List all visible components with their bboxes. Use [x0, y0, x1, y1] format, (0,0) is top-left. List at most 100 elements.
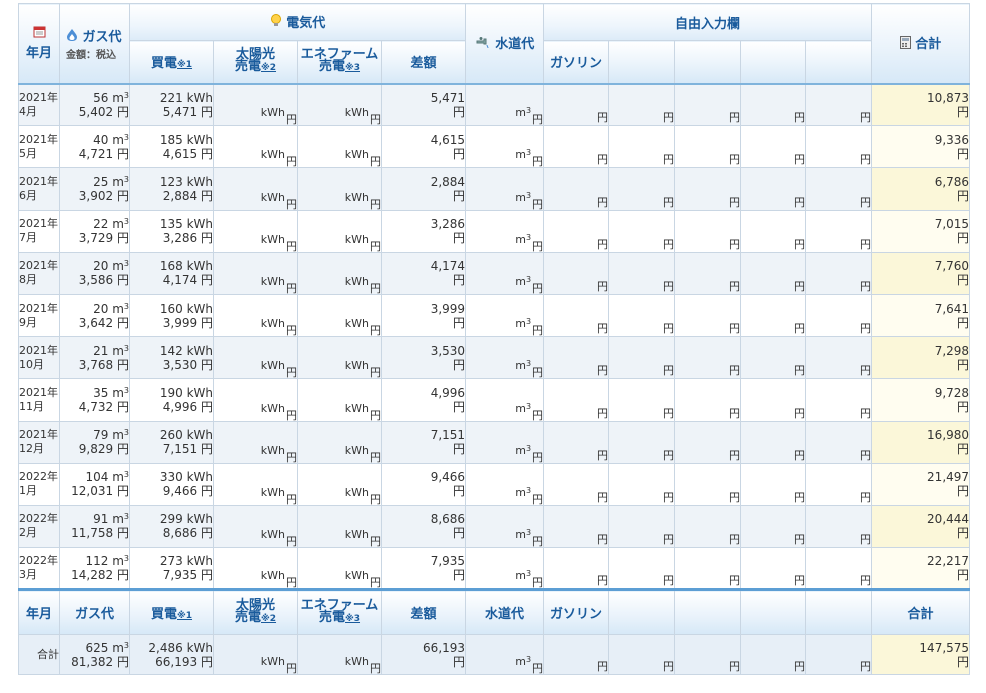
row-free-2[interactable]: 円: [608, 293, 676, 338]
row-gas[interactable]: 35 m3 4,732 円: [59, 378, 130, 422]
row-free-3[interactable]: 円: [674, 251, 742, 295]
row-free-5[interactable]: 円: [805, 167, 873, 211]
row-free-2[interactable]: 円: [608, 547, 676, 591]
row-free-4[interactable]: 円: [740, 293, 807, 338]
row-water[interactable]: m3 円: [465, 378, 545, 422]
row-gasoline[interactable]: 円: [543, 547, 610, 591]
row-gas[interactable]: 91 m3 11,758 円: [59, 504, 130, 549]
row-enefarm[interactable]: kWh 円: [297, 547, 382, 591]
row-gas[interactable]: 112 m3 14,282 円: [59, 547, 130, 591]
row-gasoline[interactable]: 円: [543, 293, 610, 338]
row-water[interactable]: m3 円: [465, 209, 545, 253]
row-free-5[interactable]: 円: [805, 420, 873, 464]
row-enefarm[interactable]: kWh 円: [297, 336, 382, 380]
row-enefarm[interactable]: kWh 円: [297, 167, 382, 211]
row-buy[interactable]: 221 kWh 5,471 円: [129, 82, 214, 127]
row-buy[interactable]: 260 kWh 7,151 円: [129, 420, 214, 464]
row-gasoline[interactable]: 円: [543, 82, 610, 127]
row-free-4[interactable]: 円: [740, 547, 807, 591]
note-3-link[interactable]: ※3: [345, 63, 360, 73]
row-gasoline[interactable]: 円: [543, 125, 610, 169]
row-free-2[interactable]: 円: [608, 462, 676, 506]
row-free-5[interactable]: 円: [805, 209, 873, 253]
row-free-2[interactable]: 円: [608, 336, 676, 380]
row-gasoline[interactable]: 円: [543, 420, 610, 464]
row-free-4[interactable]: 円: [740, 504, 807, 549]
row-free-3[interactable]: 円: [674, 82, 742, 127]
row-water[interactable]: m3 円: [465, 293, 545, 338]
row-water[interactable]: m3 円: [465, 167, 545, 211]
row-gas[interactable]: 22 m3 3,729 円: [59, 209, 130, 253]
row-free-5[interactable]: 円: [805, 547, 873, 591]
row-buy[interactable]: 123 kWh 2,884 円: [129, 167, 214, 211]
row-buy[interactable]: 299 kWh 8,686 円: [129, 504, 214, 549]
row-free-5[interactable]: 円: [805, 462, 873, 506]
row-gas[interactable]: 104 m3 12,031 円: [59, 462, 130, 506]
row-enefarm[interactable]: kWh 円: [297, 82, 382, 127]
row-free-2[interactable]: 円: [608, 125, 676, 169]
row-water[interactable]: m3 円: [465, 547, 545, 591]
row-free-3[interactable]: 円: [674, 420, 742, 464]
row-solar[interactable]: kWh 円: [213, 209, 298, 253]
row-free-4[interactable]: 円: [740, 378, 807, 422]
row-enefarm[interactable]: kWh 円: [297, 462, 382, 506]
row-buy[interactable]: 142 kWh 3,530 円: [129, 336, 214, 380]
row-free-3[interactable]: 円: [674, 547, 742, 591]
row-gasoline[interactable]: 円: [543, 209, 610, 253]
row-free-5[interactable]: 円: [805, 125, 873, 169]
row-buy[interactable]: 185 kWh 4,615 円: [129, 125, 214, 169]
row-free-3[interactable]: 円: [674, 167, 742, 211]
row-water[interactable]: m3 円: [465, 462, 545, 506]
row-free-4[interactable]: 円: [740, 167, 807, 211]
row-solar[interactable]: kWh 円: [213, 378, 298, 422]
row-enefarm[interactable]: kWh 円: [297, 420, 382, 464]
row-free-5[interactable]: 円: [805, 251, 873, 295]
row-solar[interactable]: kWh 円: [213, 82, 298, 127]
row-solar[interactable]: kWh 円: [213, 293, 298, 338]
row-enefarm[interactable]: kWh 円: [297, 504, 382, 549]
row-gasoline[interactable]: 円: [543, 462, 610, 506]
row-free-5[interactable]: 円: [805, 378, 873, 422]
row-free-5[interactable]: 円: [805, 336, 873, 380]
row-free-4[interactable]: 円: [740, 336, 807, 380]
row-buy[interactable]: 190 kWh 4,996 円: [129, 378, 214, 422]
row-free-2[interactable]: 円: [608, 209, 676, 253]
row-free-3[interactable]: 円: [674, 462, 742, 506]
row-enefarm[interactable]: kWh 円: [297, 378, 382, 422]
row-gasoline[interactable]: 円: [543, 167, 610, 211]
row-gasoline[interactable]: 円: [543, 336, 610, 380]
row-free-2[interactable]: 円: [608, 167, 676, 211]
row-solar[interactable]: kWh 円: [213, 125, 298, 169]
row-free-2[interactable]: 円: [608, 251, 676, 295]
row-enefarm[interactable]: kWh 円: [297, 293, 382, 338]
row-free-4[interactable]: 円: [740, 209, 807, 253]
row-gasoline[interactable]: 円: [543, 504, 610, 549]
row-enefarm[interactable]: kWh 円: [297, 251, 382, 295]
row-free-4[interactable]: 円: [740, 125, 807, 169]
row-solar[interactable]: kWh 円: [213, 462, 298, 506]
row-enefarm[interactable]: kWh 円: [297, 125, 382, 169]
row-free-4[interactable]: 円: [740, 420, 807, 464]
row-water[interactable]: m3 円: [465, 504, 545, 549]
row-free-2[interactable]: 円: [608, 378, 676, 422]
row-free-5[interactable]: 円: [805, 504, 873, 549]
row-free-5[interactable]: 円: [805, 82, 873, 127]
row-water[interactable]: m3 円: [465, 420, 545, 464]
row-buy[interactable]: 160 kWh 3,999 円: [129, 293, 214, 338]
row-solar[interactable]: kWh 円: [213, 167, 298, 211]
note-1-link[interactable]: ※1: [177, 60, 192, 70]
row-free-3[interactable]: 円: [674, 378, 742, 422]
row-free-3[interactable]: 円: [674, 209, 742, 253]
note-2-link[interactable]: ※2: [261, 63, 276, 73]
row-gas[interactable]: 20 m3 3,642 円: [59, 293, 130, 338]
row-free-4[interactable]: 円: [740, 462, 807, 506]
row-gasoline[interactable]: 円: [543, 378, 610, 422]
row-free-3[interactable]: 円: [674, 293, 742, 338]
row-free-2[interactable]: 円: [608, 504, 676, 549]
row-free-2[interactable]: 円: [608, 420, 676, 464]
row-gas[interactable]: 25 m3 3,902 円: [59, 167, 130, 211]
row-gas[interactable]: 56 m3 5,402 円: [59, 82, 130, 127]
row-solar[interactable]: kWh 円: [213, 547, 298, 591]
row-water[interactable]: m3 円: [465, 336, 545, 380]
row-gas[interactable]: 21 m3 3,768 円: [59, 336, 130, 380]
